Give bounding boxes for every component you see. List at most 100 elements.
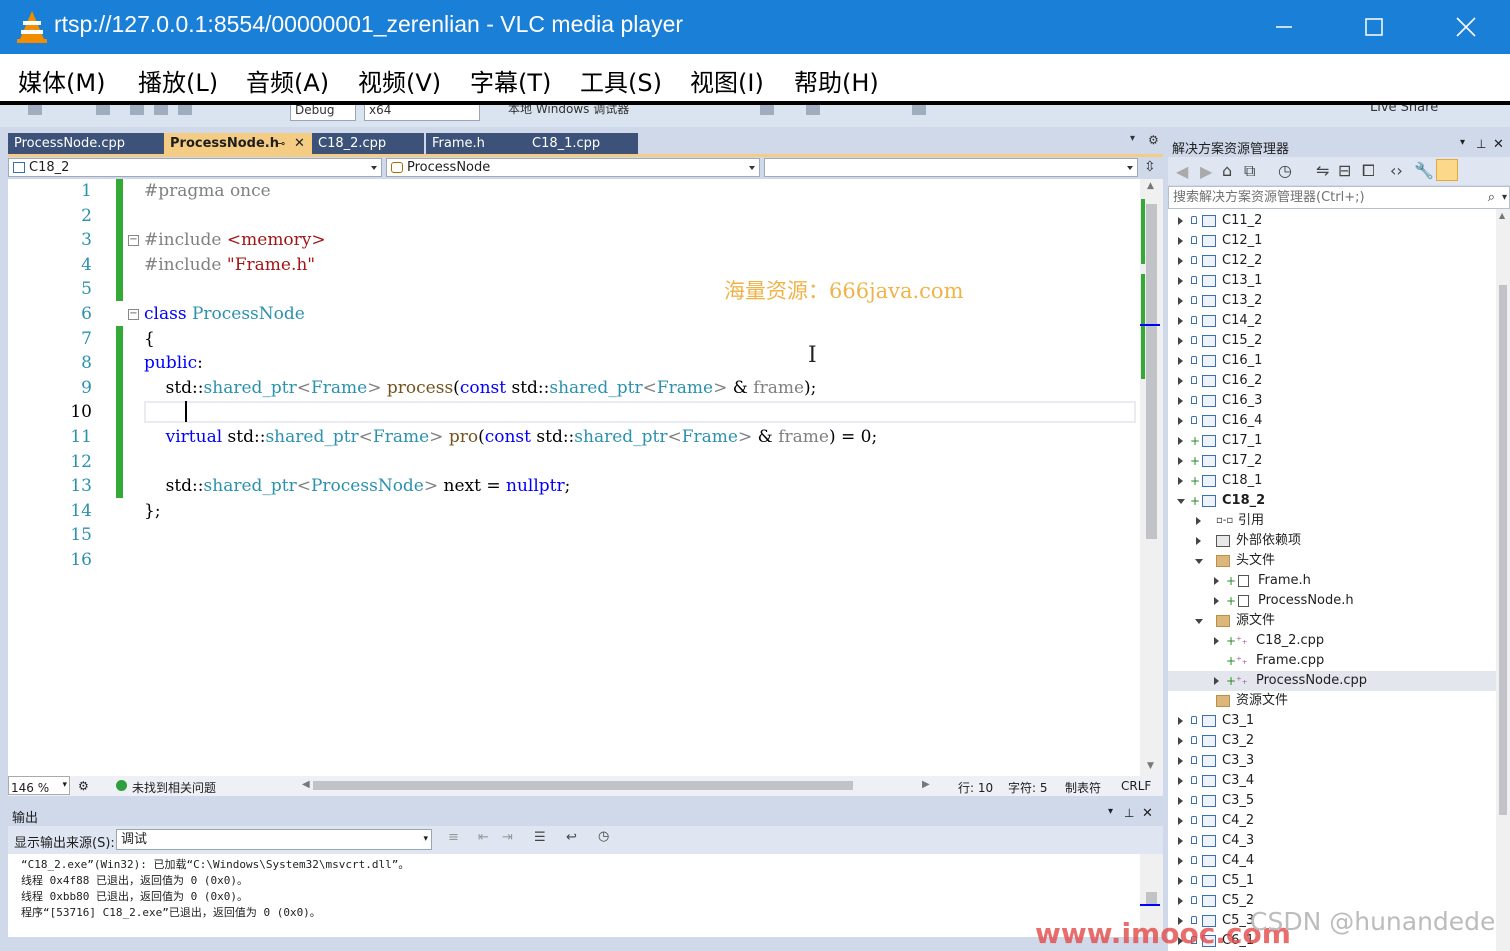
tree-item[interactable]: ▫‐▫ 引用 (1168, 511, 1496, 531)
platform-combo[interactable]: x64 (364, 105, 480, 121)
pin-icon[interactable]: ⊸ (276, 133, 285, 154)
tree-item[interactable]: C3_1 (1168, 711, 1496, 731)
properties-icon[interactable]: 🔧 (1414, 161, 1434, 180)
expand-icon[interactable] (1178, 737, 1183, 745)
code-view-icon[interactable]: ‹› (1390, 161, 1403, 180)
toolbar-icon[interactable] (806, 105, 820, 115)
vlc-title-bar[interactable]: rtsp://127.0.0.1:8554/00000001_zerenlian… (0, 0, 1510, 54)
solution-scrollbar[interactable]: ▲ (1496, 209, 1510, 951)
tree-item[interactable]: C3_5 (1168, 791, 1496, 811)
tree-item[interactable]: C3_3 (1168, 751, 1496, 771)
tree-item[interactable]: 资源文件 (1168, 691, 1496, 711)
expand-icon[interactable] (1178, 237, 1183, 245)
solution-search-input[interactable]: 搜索解决方案资源管理器(Ctrl+;) ⌕ ▾ (1168, 186, 1510, 209)
expand-icon[interactable] (1178, 277, 1183, 285)
dropdown-icon[interactable]: ▾ (1108, 806, 1113, 817)
close-icon[interactable]: ✕ (1142, 806, 1153, 821)
member-combo[interactable] (764, 158, 1138, 177)
tree-item[interactable]: + C18_2 (1168, 491, 1496, 511)
tree-item[interactable]: C5_1 (1168, 871, 1496, 891)
maximize-button[interactable] (1328, 0, 1420, 54)
tab-c18-1-cpp[interactable]: C18_1.cpp (526, 133, 638, 154)
save-all-icon[interactable] (178, 105, 192, 115)
prev-message-icon[interactable]: ⇤ (478, 830, 489, 845)
menu-media[interactable]: 媒体(M) (18, 63, 105, 98)
menu-view[interactable]: 视图(I) (690, 63, 764, 98)
collapse-icon[interactable] (1177, 499, 1185, 504)
show-all-files-icon[interactable]: ⧠ (1362, 161, 1375, 181)
tree-item[interactable]: + C17_2 (1168, 451, 1496, 471)
back-icon[interactable] (28, 105, 42, 115)
forward-icon[interactable]: ▶ (1200, 162, 1212, 181)
solution-tree[interactable]: C11_2 C12_1 C12_2 C13_1 C13_2 C14_2 C15_2 C16_1… (1168, 209, 1496, 951)
tree-item[interactable]: + ProcessNode.h (1168, 591, 1496, 611)
tree-item[interactable]: C12_1 (1168, 231, 1496, 251)
line-indicator[interactable]: 行: 10 (958, 779, 993, 796)
tree-item[interactable]: C12_2 (1168, 251, 1496, 271)
tree-item[interactable]: C4_4 (1168, 851, 1496, 871)
config-combo[interactable]: Debug (290, 105, 356, 121)
expand-icon[interactable] (1178, 777, 1183, 785)
tree-item[interactable]: C3_4 (1168, 771, 1496, 791)
minimize-button[interactable] (1238, 0, 1330, 54)
pin-icon[interactable]: ⊥ (1476, 137, 1486, 151)
split-icon[interactable]: ⇳ (1144, 159, 1156, 175)
tree-item[interactable]: + ⁺₊ C18_2.cpp (1168, 631, 1496, 651)
expand-icon[interactable] (1178, 797, 1183, 805)
expand-icon[interactable] (1178, 857, 1183, 865)
tree-item[interactable]: + Frame.h (1168, 571, 1496, 591)
menu-video[interactable]: 视频(V) (358, 63, 441, 98)
horizontal-scrollbar-thumb[interactable] (313, 781, 853, 790)
char-indicator[interactable]: 字符: 5 (1008, 779, 1048, 796)
tab-c18-2-cpp[interactable]: C18_2.cpp (312, 133, 424, 154)
editor-vertical-scrollbar[interactable]: ▲ ▼ (1140, 179, 1163, 776)
code-editor[interactable]: 1 2 3 4 5 6 7 8 9 10 11 12 13 14 15 16 − − #pragma once… (8, 179, 1140, 776)
collapse-all-icon[interactable]: ⊟ (1338, 161, 1351, 180)
preview-icon[interactable] (1436, 159, 1458, 181)
issues-status[interactable]: 未找到相关问题 (132, 779, 216, 796)
clock-icon[interactable]: ◷ (598, 829, 609, 844)
tree-item[interactable]: C11_2 (1168, 211, 1496, 231)
tree-item[interactable]: 外部依赖项 (1168, 531, 1496, 551)
menu-playback[interactable]: 播放(L) (138, 63, 218, 98)
close-icon[interactable]: ✕ (1493, 137, 1504, 152)
eol-indicator[interactable]: CRLF (1121, 779, 1151, 793)
expand-icon[interactable] (1178, 297, 1183, 305)
pin-icon[interactable]: ⊥ (1124, 806, 1134, 820)
expand-icon[interactable] (1178, 477, 1183, 485)
expand-icon[interactable] (1214, 677, 1219, 685)
menu-audio[interactable]: 音频(A) (246, 63, 329, 98)
collapse-toggle[interactable]: − (128, 235, 139, 246)
expand-icon[interactable] (1178, 717, 1183, 725)
tab-processnode-h[interactable]: ProcessNode.h ⊸ ✕ (164, 133, 312, 154)
tab-list-dropdown-icon[interactable]: ▾ (1130, 133, 1135, 144)
back-icon[interactable]: ◀ (1176, 162, 1188, 181)
bookmark-icon[interactable] (912, 105, 926, 115)
expand-icon[interactable] (1178, 817, 1183, 825)
expand-icon[interactable] (1178, 337, 1183, 345)
scroll-left-icon[interactable]: ◀ (302, 779, 310, 790)
new-project-icon[interactable] (96, 105, 110, 115)
tree-item[interactable]: C3_2 (1168, 731, 1496, 751)
settings-icon[interactable]: ⚙ (1148, 133, 1159, 147)
close-button[interactable] (1420, 0, 1510, 54)
collapse-toggle[interactable]: − (128, 309, 139, 320)
tree-item[interactable]: + ⁺₊ Frame.cpp (1168, 651, 1496, 671)
tree-item[interactable]: C16_2 (1168, 371, 1496, 391)
expand-icon[interactable] (1178, 377, 1183, 385)
tab-close-icon[interactable]: ✕ (294, 133, 305, 154)
collapse-icon[interactable] (1195, 619, 1203, 624)
expand-icon[interactable] (1214, 577, 1219, 585)
expand-icon[interactable] (1196, 517, 1201, 525)
tree-item[interactable]: C16_1 (1168, 351, 1496, 371)
pending-changes-icon[interactable]: ◷ (1278, 161, 1292, 180)
scrollbar-thumb[interactable] (1499, 285, 1507, 815)
dropdown-icon[interactable]: ▾ (1460, 137, 1465, 148)
save-icon[interactable] (154, 105, 168, 115)
output-source-combo[interactable]: 调试 ▾ (116, 829, 432, 850)
menu-help[interactable]: 帮助(H) (794, 63, 879, 98)
search-icon[interactable]: ⌕ (1488, 187, 1495, 208)
tree-item[interactable]: C15_2 (1168, 331, 1496, 351)
expand-icon[interactable] (1178, 397, 1183, 405)
expand-icon[interactable] (1178, 837, 1183, 845)
